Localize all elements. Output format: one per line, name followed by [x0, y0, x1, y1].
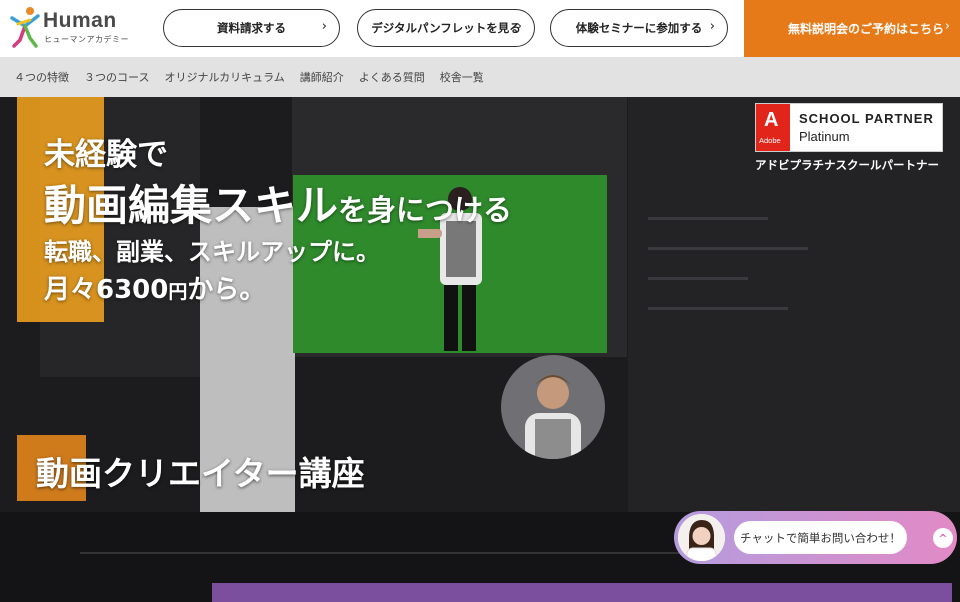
- nav-item-features[interactable]: ４つの特徴: [14, 69, 69, 85]
- nav-item-campuses[interactable]: 校舎一覧: [440, 69, 484, 85]
- bg-panel-line: [648, 217, 768, 220]
- request-materials-button[interactable]: 資料請求する ›: [163, 9, 340, 47]
- chat-prompt-label[interactable]: チャットで簡単お問い合わせ！: [734, 521, 907, 554]
- logo[interactable]: Human ヒューマンアカデミー: [8, 6, 129, 48]
- human-logo-icon: [10, 7, 40, 48]
- bg-panel-line: [648, 277, 748, 280]
- bg-timeline-clip: [212, 583, 952, 602]
- headline-suffix: を身につける: [338, 193, 513, 227]
- price-amount: 月々6300: [44, 275, 169, 305]
- trial-seminar-label: 体験セミナーに参加する: [575, 21, 703, 35]
- nav-item-instructors[interactable]: 講師紹介: [300, 69, 344, 85]
- price-yen: 円: [168, 281, 188, 303]
- digital-pamphlet-button[interactable]: デジタルパンフレットを見る ›: [357, 9, 535, 47]
- headline-line-2: 動画編集スキルを身につける: [44, 172, 512, 233]
- price-suffix: から。: [187, 275, 266, 305]
- badge-subtitle: Platinum: [799, 129, 850, 144]
- logo-subtitle: ヒューマンアカデミー: [44, 35, 129, 44]
- headline-emphasis: 動画編集スキル: [44, 181, 339, 230]
- nav-item-faq[interactable]: よくある質問: [359, 69, 425, 85]
- nav-item-courses[interactable]: ３つのコース: [84, 69, 149, 85]
- chat-widget[interactable]: チャットで簡単お問い合わせ！ ^: [674, 511, 957, 564]
- site-header: Human ヒューマンアカデミー 資料請求する › デジタルパンフレットを見る …: [0, 0, 960, 57]
- instructor-figure: [525, 375, 581, 459]
- adobe-logo-letter: A: [764, 109, 779, 131]
- logo-wordmark: Human: [43, 9, 117, 32]
- request-materials-label: 資料請求する: [217, 21, 286, 35]
- trial-seminar-button[interactable]: 体験セミナーに参加する ›: [550, 9, 728, 47]
- badge-title: SCHOOL PARTNER: [799, 111, 934, 126]
- bg-panel-line: [648, 307, 788, 310]
- instructor-video-thumbnail: [501, 355, 605, 459]
- operator-avatar-icon: [678, 514, 725, 561]
- free-info-session-button[interactable]: 無料説明会のご予約はこちら ›: [744, 0, 960, 57]
- digital-pamphlet-label: デジタルパンフレットを見る: [371, 21, 521, 35]
- price-line: 月々6300円から。: [44, 269, 265, 306]
- nav-item-curriculum[interactable]: オリジナルカリキュラム: [164, 69, 284, 85]
- bg-panel-line: [648, 247, 808, 250]
- free-info-session-label: 無料説明会のご予約はこちら: [788, 22, 945, 36]
- chat-operator-avatar: [678, 514, 725, 561]
- course-title: 動画クリエイター講座: [36, 454, 365, 493]
- chevron-right-icon: ›: [516, 19, 522, 34]
- adobe-logo-text: Adobe: [759, 136, 781, 145]
- chevron-right-icon: ›: [321, 19, 327, 34]
- badge-caption: アドビプラチナスクールパートナー: [755, 158, 939, 172]
- headline-line-3: 転職、副業、スキルアップに。: [44, 238, 380, 266]
- adobe-logo: A Adobe: [756, 104, 790, 151]
- chevron-right-icon: ›: [709, 19, 715, 34]
- adobe-school-partner-badge: A Adobe SCHOOL PARTNER Platinum: [755, 103, 943, 152]
- chevron-right-icon: ›: [944, 19, 950, 34]
- bg-timeline-track: [80, 552, 680, 554]
- headline-line-1: 未経験で: [44, 137, 168, 173]
- section-nav: ４つの特徴 ３つのコース オリジナルカリキュラム 講師紹介 よくある質問 校舎一…: [0, 57, 960, 97]
- chevron-up-icon[interactable]: ^: [933, 528, 953, 548]
